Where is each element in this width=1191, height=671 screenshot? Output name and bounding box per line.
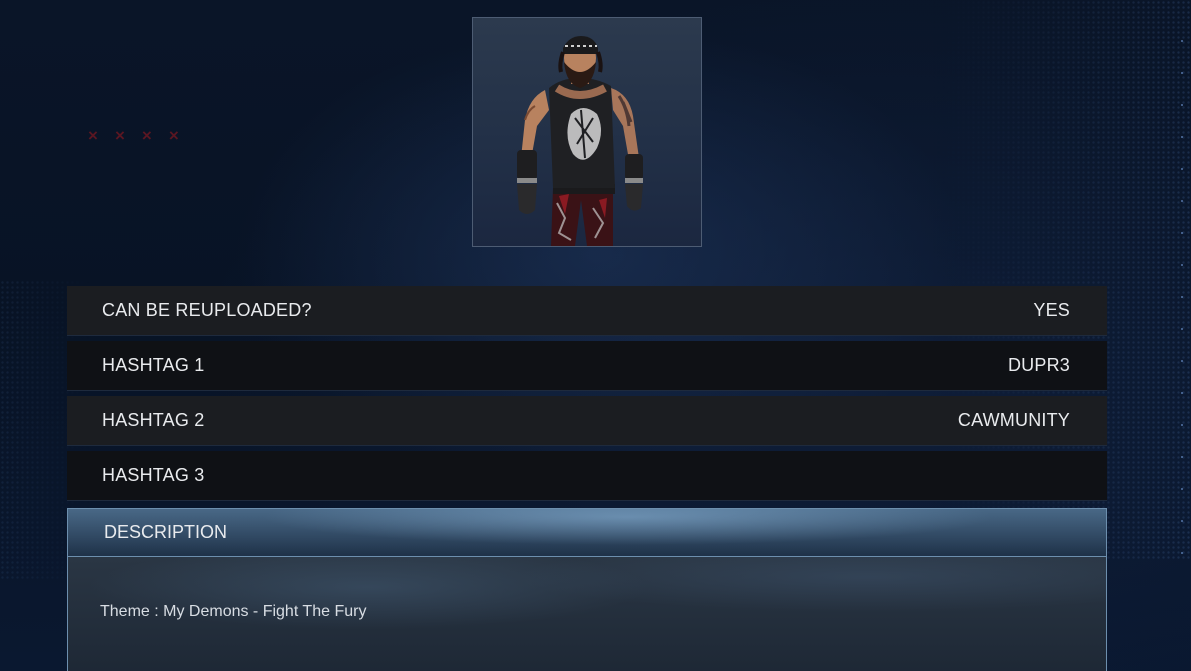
row-label: HASHTAG 3: [102, 465, 205, 485]
row-value: CAWMUNITY: [957, 410, 1070, 430]
x-mark-icon: ×: [88, 126, 98, 145]
decorative-x-marks: × × × ×: [88, 126, 179, 146]
row-hashtag-1[interactable]: HASHTAG 1 DUPR3: [67, 341, 1107, 391]
description-header: DESCRIPTION: [68, 509, 1106, 557]
x-mark-icon: ×: [168, 126, 179, 145]
row-hashtag-2[interactable]: HASHTAG 2 CAWMUNITY: [67, 396, 1107, 446]
description-text: Theme : My Demons - Fight The Fury: [100, 603, 367, 620]
x-mark-icon: ×: [114, 126, 125, 145]
wrestler-portrait: [472, 17, 702, 247]
row-label: HASHTAG 1: [102, 355, 205, 375]
row-hashtag-3[interactable]: HASHTAG 3: [67, 451, 1107, 501]
row-can-be-reuploaded[interactable]: CAN BE REUPLOADED? YES: [67, 286, 1107, 336]
description-panel[interactable]: DESCRIPTION Theme : My Demons - Fight Th…: [67, 508, 1107, 671]
row-value: DUPR3: [1007, 355, 1070, 375]
row-label: CAN BE REUPLOADED?: [102, 300, 312, 320]
description-body: Theme : My Demons - Fight The Fury: [68, 557, 1106, 671]
edge-accent: [1181, 40, 1183, 560]
row-label: HASHTAG 2: [102, 410, 205, 430]
wrestler-render-image: [517, 36, 643, 246]
row-value: YES: [1033, 300, 1070, 320]
x-mark-icon: ×: [141, 126, 152, 145]
creation-details-screen: × × × × CAN BE REUPLOADED? YES HASHTAG 1…: [0, 0, 1191, 671]
details-list: CAN BE REUPLOADED? YES HASHTAG 1 DUPR3 H…: [67, 286, 1107, 506]
